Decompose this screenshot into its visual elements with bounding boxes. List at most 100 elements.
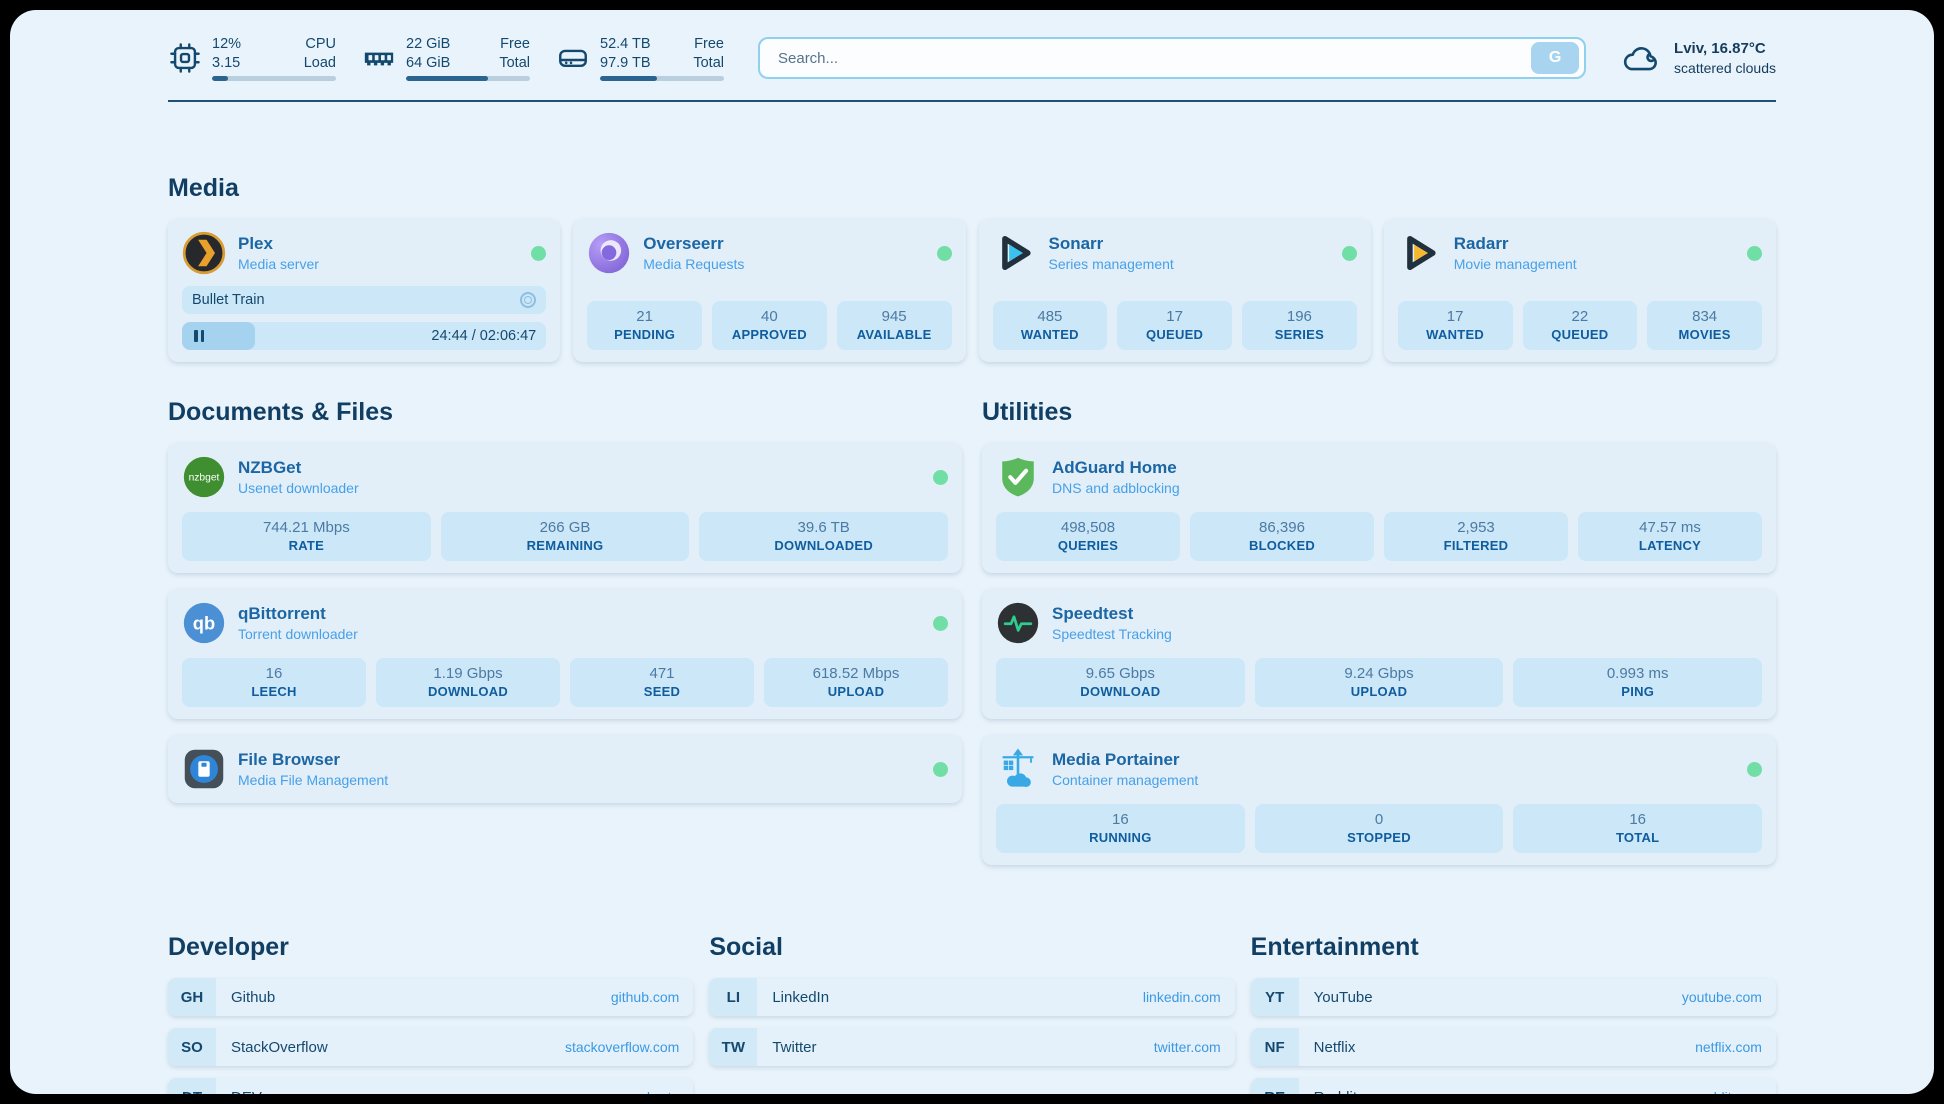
app-card-speedtest[interactable]: Speedtest Speedtest Tracking 9.65 Gbps D… bbox=[982, 589, 1776, 719]
app-card-qbittorrent[interactable]: qb qBittorrent Torrent downloader 16 LEE… bbox=[168, 589, 962, 719]
now-playing-title: Bullet Train bbox=[192, 292, 265, 308]
link-name: Netflix bbox=[1314, 1039, 1356, 1056]
section-title-developer: Developer bbox=[168, 933, 693, 962]
app-card-filebrowser[interactable]: File Browser Media File Management bbox=[168, 735, 962, 803]
stat-value: 498,508 bbox=[998, 519, 1178, 536]
playback-progress-bar: 24:44 / 02:06:47 bbox=[182, 322, 546, 350]
stat-queued: 17 QUEUED bbox=[1117, 301, 1232, 350]
stat-label: SEED bbox=[572, 684, 752, 699]
plex-icon bbox=[182, 231, 226, 275]
metric-label: CPU bbox=[304, 35, 336, 53]
section-developer: Developer GH Github github.com SO StackO… bbox=[168, 933, 693, 1094]
metric-value: 22 GiB bbox=[406, 35, 450, 53]
stat-value: 17 bbox=[1400, 308, 1511, 325]
stat-value: 618.52 Mbps bbox=[766, 665, 946, 682]
stat-total: 16 TOTAL bbox=[1513, 804, 1762, 853]
stat-label: DOWNLOAD bbox=[378, 684, 558, 699]
link-row-github[interactable]: GH Github github.com bbox=[168, 978, 693, 1016]
stat-value: 16 bbox=[184, 665, 364, 682]
link-badge: LI bbox=[709, 978, 757, 1016]
stat-stopped: 0 STOPPED bbox=[1255, 804, 1504, 853]
svg-text:nzbget: nzbget bbox=[189, 473, 220, 484]
link-row-reddit[interactable]: RE Reddit reddit.com bbox=[1251, 1078, 1776, 1094]
link-badge: SO bbox=[168, 1028, 216, 1066]
stat-label: AVAILABLE bbox=[839, 327, 950, 342]
stat-label: REMAINING bbox=[443, 538, 688, 553]
app-card-nzbget[interactable]: nzbget NZBGet Usenet downloader 744.21 M… bbox=[168, 443, 962, 573]
stat-queries: 498,508 QUERIES bbox=[996, 512, 1180, 561]
link-badge: TW bbox=[709, 1028, 757, 1066]
google-search-button[interactable]: G bbox=[1531, 42, 1579, 74]
stat-wanted: 17 WANTED bbox=[1398, 301, 1513, 350]
metric-value: 64 GiB bbox=[406, 54, 450, 72]
stat-label: BLOCKED bbox=[1192, 538, 1372, 553]
stat-blocked: 86,396 BLOCKED bbox=[1190, 512, 1374, 561]
section-entertainment: Entertainment YT YouTube youtube.com NF … bbox=[1251, 933, 1776, 1094]
app-card-overseerr[interactable]: Overseerr Media Requests 21 PENDING 40 A… bbox=[573, 219, 965, 362]
adguard-icon bbox=[996, 455, 1040, 499]
pause-icon[interactable] bbox=[194, 330, 204, 342]
top-bar: 12% 3.15 CPU Load bbox=[168, 30, 1776, 86]
app-title: Media Portainer bbox=[1052, 749, 1198, 771]
stat-remaining: 266 GB REMAINING bbox=[441, 512, 690, 561]
link-row-youtube[interactable]: YT YouTube youtube.com bbox=[1251, 978, 1776, 1016]
stat-label: QUEUED bbox=[1119, 327, 1230, 342]
app-title: NZBGet bbox=[238, 457, 359, 479]
link-url: twitter.com bbox=[1154, 1039, 1235, 1055]
stat-value: 17 bbox=[1119, 308, 1230, 325]
link-row-stackoverflow[interactable]: SO StackOverflow stackoverflow.com bbox=[168, 1028, 693, 1066]
app-card-portainer[interactable]: Media Portainer Container management 16 … bbox=[982, 735, 1776, 865]
link-row-netflix[interactable]: NF Netflix netflix.com bbox=[1251, 1028, 1776, 1066]
app-card-plex[interactable]: Plex Media server Bullet Train 24:44 / 0… bbox=[168, 219, 560, 362]
stat-label: PING bbox=[1515, 684, 1760, 699]
session-icon[interactable] bbox=[520, 292, 536, 308]
stat-filtered: 2,953 FILTERED bbox=[1384, 512, 1568, 561]
stat-label: WANTED bbox=[995, 327, 1106, 342]
link-row-dev[interactable]: DT DEV dev.to bbox=[168, 1078, 693, 1094]
metric-value: 3.15 bbox=[212, 54, 241, 72]
weather-location-temp: Lviv, 16.87°C bbox=[1674, 39, 1776, 59]
status-dot bbox=[933, 616, 948, 631]
metric-value: 97.9 TB bbox=[600, 54, 651, 72]
stat-label: TOTAL bbox=[1515, 830, 1760, 845]
app-title: Sonarr bbox=[1049, 233, 1174, 255]
filebrowser-icon bbox=[182, 747, 226, 791]
ram-icon bbox=[362, 41, 396, 75]
stat-label: LEECH bbox=[184, 684, 364, 699]
section-title-documents: Documents & Files bbox=[168, 398, 962, 427]
app-subtitle: Usenet downloader bbox=[238, 479, 359, 497]
app-title: Radarr bbox=[1454, 233, 1577, 255]
stat-value: 945 bbox=[839, 308, 950, 325]
app-subtitle: Torrent downloader bbox=[238, 625, 358, 643]
system-metrics: 12% 3.15 CPU Load bbox=[168, 35, 724, 80]
stat-label: QUERIES bbox=[998, 538, 1178, 553]
metric-value: 52.4 TB bbox=[600, 35, 651, 53]
metric-label: Free bbox=[693, 35, 724, 53]
stat-available: 945 AVAILABLE bbox=[837, 301, 952, 350]
app-card-sonarr[interactable]: Sonarr Series management 485 WANTED 17 Q… bbox=[979, 219, 1371, 362]
app-card-radarr[interactable]: Radarr Movie management 17 WANTED 22 QUE… bbox=[1384, 219, 1776, 362]
weather-condition: scattered clouds bbox=[1674, 59, 1776, 77]
stat-label: FILTERED bbox=[1386, 538, 1566, 553]
stat-value: 39.6 TB bbox=[701, 519, 946, 536]
search-input[interactable] bbox=[776, 49, 1531, 68]
app-card-adguard[interactable]: AdGuard Home DNS and adblocking 498,508 … bbox=[982, 443, 1776, 573]
stat-leech: 16 LEECH bbox=[182, 658, 366, 707]
stat-value: 9.65 Gbps bbox=[998, 665, 1243, 682]
stat-download: 9.65 Gbps DOWNLOAD bbox=[996, 658, 1245, 707]
stat-running: 16 RUNNING bbox=[996, 804, 1245, 853]
link-badge: YT bbox=[1251, 978, 1299, 1016]
stat-value: 834 bbox=[1649, 308, 1760, 325]
link-row-twitter[interactable]: TW Twitter twitter.com bbox=[709, 1028, 1234, 1066]
stat-rate: 744.21 Mbps RATE bbox=[182, 512, 431, 561]
ram-progress-bar bbox=[406, 76, 530, 81]
stat-series: 196 SERIES bbox=[1242, 301, 1357, 350]
stat-label: SERIES bbox=[1244, 327, 1355, 342]
app-title: Overseerr bbox=[643, 233, 744, 255]
stat-seed: 471 SEED bbox=[570, 658, 754, 707]
disk-progress-bar bbox=[600, 76, 724, 81]
link-row-linkedin[interactable]: LI LinkedIn linkedin.com bbox=[709, 978, 1234, 1016]
section-title-media: Media bbox=[168, 174, 1776, 203]
stat-value: 9.24 Gbps bbox=[1257, 665, 1502, 682]
app-subtitle: DNS and adblocking bbox=[1052, 479, 1180, 497]
